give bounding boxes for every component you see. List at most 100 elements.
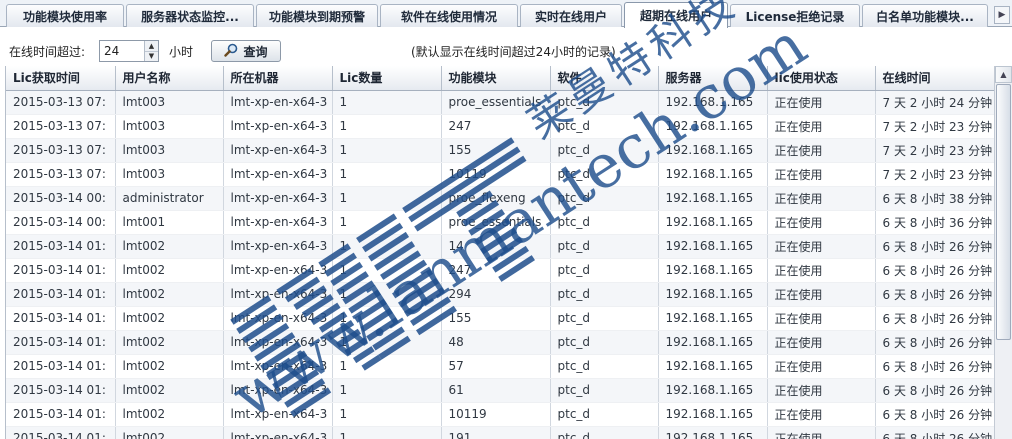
hours-unit-label: 小时 (169, 45, 194, 59)
tab-realtime-online-users[interactable]: 实时在线用户 (520, 4, 622, 27)
hours-input[interactable] (100, 41, 144, 61)
hours-spinner[interactable]: ▲ ▼ (99, 40, 159, 62)
cell-software: ptc_d (550, 426, 659, 439)
cell-machine: lmt-xp-en-x64-3 (223, 138, 333, 163)
cell-server: 192.168.1.165 (658, 282, 768, 307)
column-header-lic-count[interactable]: Lic数量 (332, 66, 442, 91)
table-header-row: Lic获取时间 用户名称 所在机器 Lic数量 功能模块 软件 服务器 lic使… (6, 66, 994, 91)
cell-lic-time: 2015-03-14 01: (6, 258, 116, 283)
cell-software: ptc_d (550, 114, 659, 139)
cell-lic-count: 1 (332, 330, 442, 355)
cell-lic-time: 2015-03-14 01: (6, 306, 116, 331)
cell-lic-time: 2015-03-13 07: (6, 114, 116, 139)
table-row[interactable]: 2015-03-14 01: lmt002 lmt-xp-en-x64-3 1 14 pt… (6, 234, 994, 259)
table-row[interactable]: 2015-03-14 01: lmt002 lmt-xp-en-x64-3 1 1011… (6, 402, 994, 427)
cell-lic-count: 1 (332, 354, 442, 379)
column-header-feature-module[interactable]: 功能模块 (441, 66, 551, 91)
cell-lic-count: 1 (332, 378, 442, 403)
table-row[interactable]: 2015-03-14 01: lmt002 lmt-xp-en-x64-3 1 48 pt… (6, 330, 994, 355)
cell-online-time: 6 天 8 小时 26 分钟 (875, 402, 994, 427)
table-row[interactable]: 2015-03-14 01: lmt002 lmt-xp-en-x64-3 1 61 pt… (6, 378, 994, 403)
cell-online-time: 6 天 8 小时 38 分钟 (875, 186, 994, 211)
cell-user-name: lmt002 (115, 378, 224, 403)
chevron-down-icon: ▼ (148, 52, 155, 61)
cell-lic-count: 1 (332, 162, 442, 187)
table-row[interactable]: 2015-03-14 01: lmt002 lmt-xp-en-x64-3 1 294 p… (6, 282, 994, 307)
tab-whitelist-modules[interactable]: 白名单功能模块... (862, 4, 988, 27)
tab-scroll-right-button[interactable]: ▶ (994, 6, 1010, 24)
table-row[interactable]: 2015-03-13 07: lmt003 lmt-xp-en-x64-3 1 1011… (6, 162, 994, 187)
column-header-lic-time[interactable]: Lic获取时间 (6, 66, 116, 91)
cell-lic-time: 2015-03-14 01: (6, 282, 116, 307)
column-header-online-time[interactable]: 在线时间 (875, 66, 994, 91)
cell-online-time: 6 天 8 小时 26 分钟 (875, 426, 994, 439)
cell-lic-status: 正在使用 (767, 306, 876, 331)
cell-software: ptc_d (550, 378, 659, 403)
cell-feature-module: 14 (441, 234, 551, 259)
cell-software: ptc_d (550, 210, 659, 235)
spinner-up-button[interactable]: ▲ (145, 41, 158, 51)
column-header-software[interactable]: 软件 (550, 66, 659, 91)
cell-user-name: lmt002 (115, 282, 224, 307)
cell-server: 192.168.1.165 (658, 234, 768, 259)
scroll-thumb[interactable] (996, 84, 1011, 340)
cell-lic-status: 正在使用 (767, 426, 876, 439)
cell-software: ptc_d (550, 306, 659, 331)
tab-software-online-usage[interactable]: 软件在线使用情况 (380, 4, 518, 27)
spinner-down-button[interactable]: ▼ (145, 50, 158, 61)
table-row[interactable]: 2015-03-14 00: administrator lmt-xp-en-x64… (6, 186, 994, 211)
cell-user-name: lmt002 (115, 234, 224, 259)
column-header-lic-status[interactable]: lic使用状态 (767, 66, 876, 91)
table-row[interactable]: 2015-03-14 01: lmt002 lmt-xp-en-x64-3 1 155 p… (6, 306, 994, 331)
cell-lic-time: 2015-03-14 01: (6, 354, 116, 379)
cell-server: 192.168.1.165 (658, 426, 768, 439)
tab-module-expiry-warning[interactable]: 功能模块到期预警 (256, 4, 378, 27)
chevron-right-icon: ▶ (998, 10, 1006, 20)
chevron-up-icon: ▲ (148, 41, 155, 50)
cell-lic-status: 正在使用 (767, 138, 876, 163)
column-header-machine[interactable]: 所在机器 (223, 66, 333, 91)
cell-user-name: lmt002 (115, 330, 224, 355)
cell-feature-module: 155 (441, 306, 551, 331)
cell-server: 192.168.1.165 (658, 378, 768, 403)
table-row[interactable]: 2015-03-14 00: lmt001 lmt-xp-en-x64-3 1 proe… (6, 210, 994, 235)
cell-lic-time: 2015-03-14 01: (6, 234, 116, 259)
cell-lic-count: 1 (332, 90, 442, 115)
cell-online-time: 7 天 2 小时 24 分钟 (875, 90, 994, 115)
cell-feature-module: 57 (441, 354, 551, 379)
table-row[interactable]: 2015-03-13 07: lmt003 lmt-xp-en-x64-3 1 proe… (6, 90, 994, 115)
query-button-label: 查询 (243, 44, 268, 59)
tab-module-usage-rate[interactable]: 功能模块使用率 (6, 4, 124, 27)
table-row[interactable]: 2015-03-14 01: lmt002 lmt-xp-en-x64-3 1 247 p… (6, 258, 994, 283)
tab-server-status[interactable]: 服务器状态监控... (126, 4, 254, 27)
cell-lic-status: 正在使用 (767, 162, 876, 187)
cell-lic-status: 正在使用 (767, 186, 876, 211)
table-vertical-scrollbar[interactable]: ▲ (994, 66, 1012, 439)
table-row[interactable]: 2015-03-14 01: lmt002 lmt-xp-en-x64-3 1 57 pt… (6, 354, 994, 379)
cell-server: 192.168.1.165 (658, 138, 768, 163)
cell-online-time: 6 天 8 小时 36 分钟 (875, 210, 994, 235)
column-header-server[interactable]: 服务器 (658, 66, 768, 91)
cell-software: ptc_d (550, 258, 659, 283)
tab-overdue-online-users[interactable]: 超期在线用户 (624, 2, 728, 28)
cell-lic-time: 2015-03-14 00: (6, 210, 116, 235)
table-row[interactable]: 2015-03-14 01: lmt002 lmt-xp-en-x64-3 1 191 p… (6, 426, 994, 439)
cell-lic-time: 2015-03-13 07: (6, 90, 116, 115)
cell-online-time: 6 天 8 小时 26 分钟 (875, 234, 994, 259)
column-header-user-name[interactable]: 用户名称 (115, 66, 224, 91)
cell-feature-module: 247 (441, 258, 551, 283)
table-row[interactable]: 2015-03-13 07: lmt003 lmt-xp-en-x64-3 1 155 p… (6, 138, 994, 163)
cell-lic-count: 1 (332, 306, 442, 331)
cell-lic-time: 2015-03-14 01: (6, 402, 116, 427)
cell-feature-module: 294 (441, 282, 551, 307)
cell-feature-module: 247 (441, 114, 551, 139)
table-row[interactable]: 2015-03-13 07: lmt003 lmt-xp-en-x64-3 1 247 p… (6, 114, 994, 139)
cell-machine: lmt-xp-en-x64-3 (223, 378, 333, 403)
cell-lic-time: 2015-03-14 01: (6, 378, 116, 403)
query-button[interactable]: 查询 (211, 40, 281, 62)
cell-machine: lmt-xp-en-x64-3 (223, 306, 333, 331)
cell-online-time: 6 天 8 小时 26 分钟 (875, 354, 994, 379)
scroll-up-button[interactable]: ▲ (995, 66, 1012, 83)
cell-feature-module: proe_essentials (441, 210, 551, 235)
tab-license-denial-records[interactable]: License拒绝记录 (730, 4, 860, 27)
